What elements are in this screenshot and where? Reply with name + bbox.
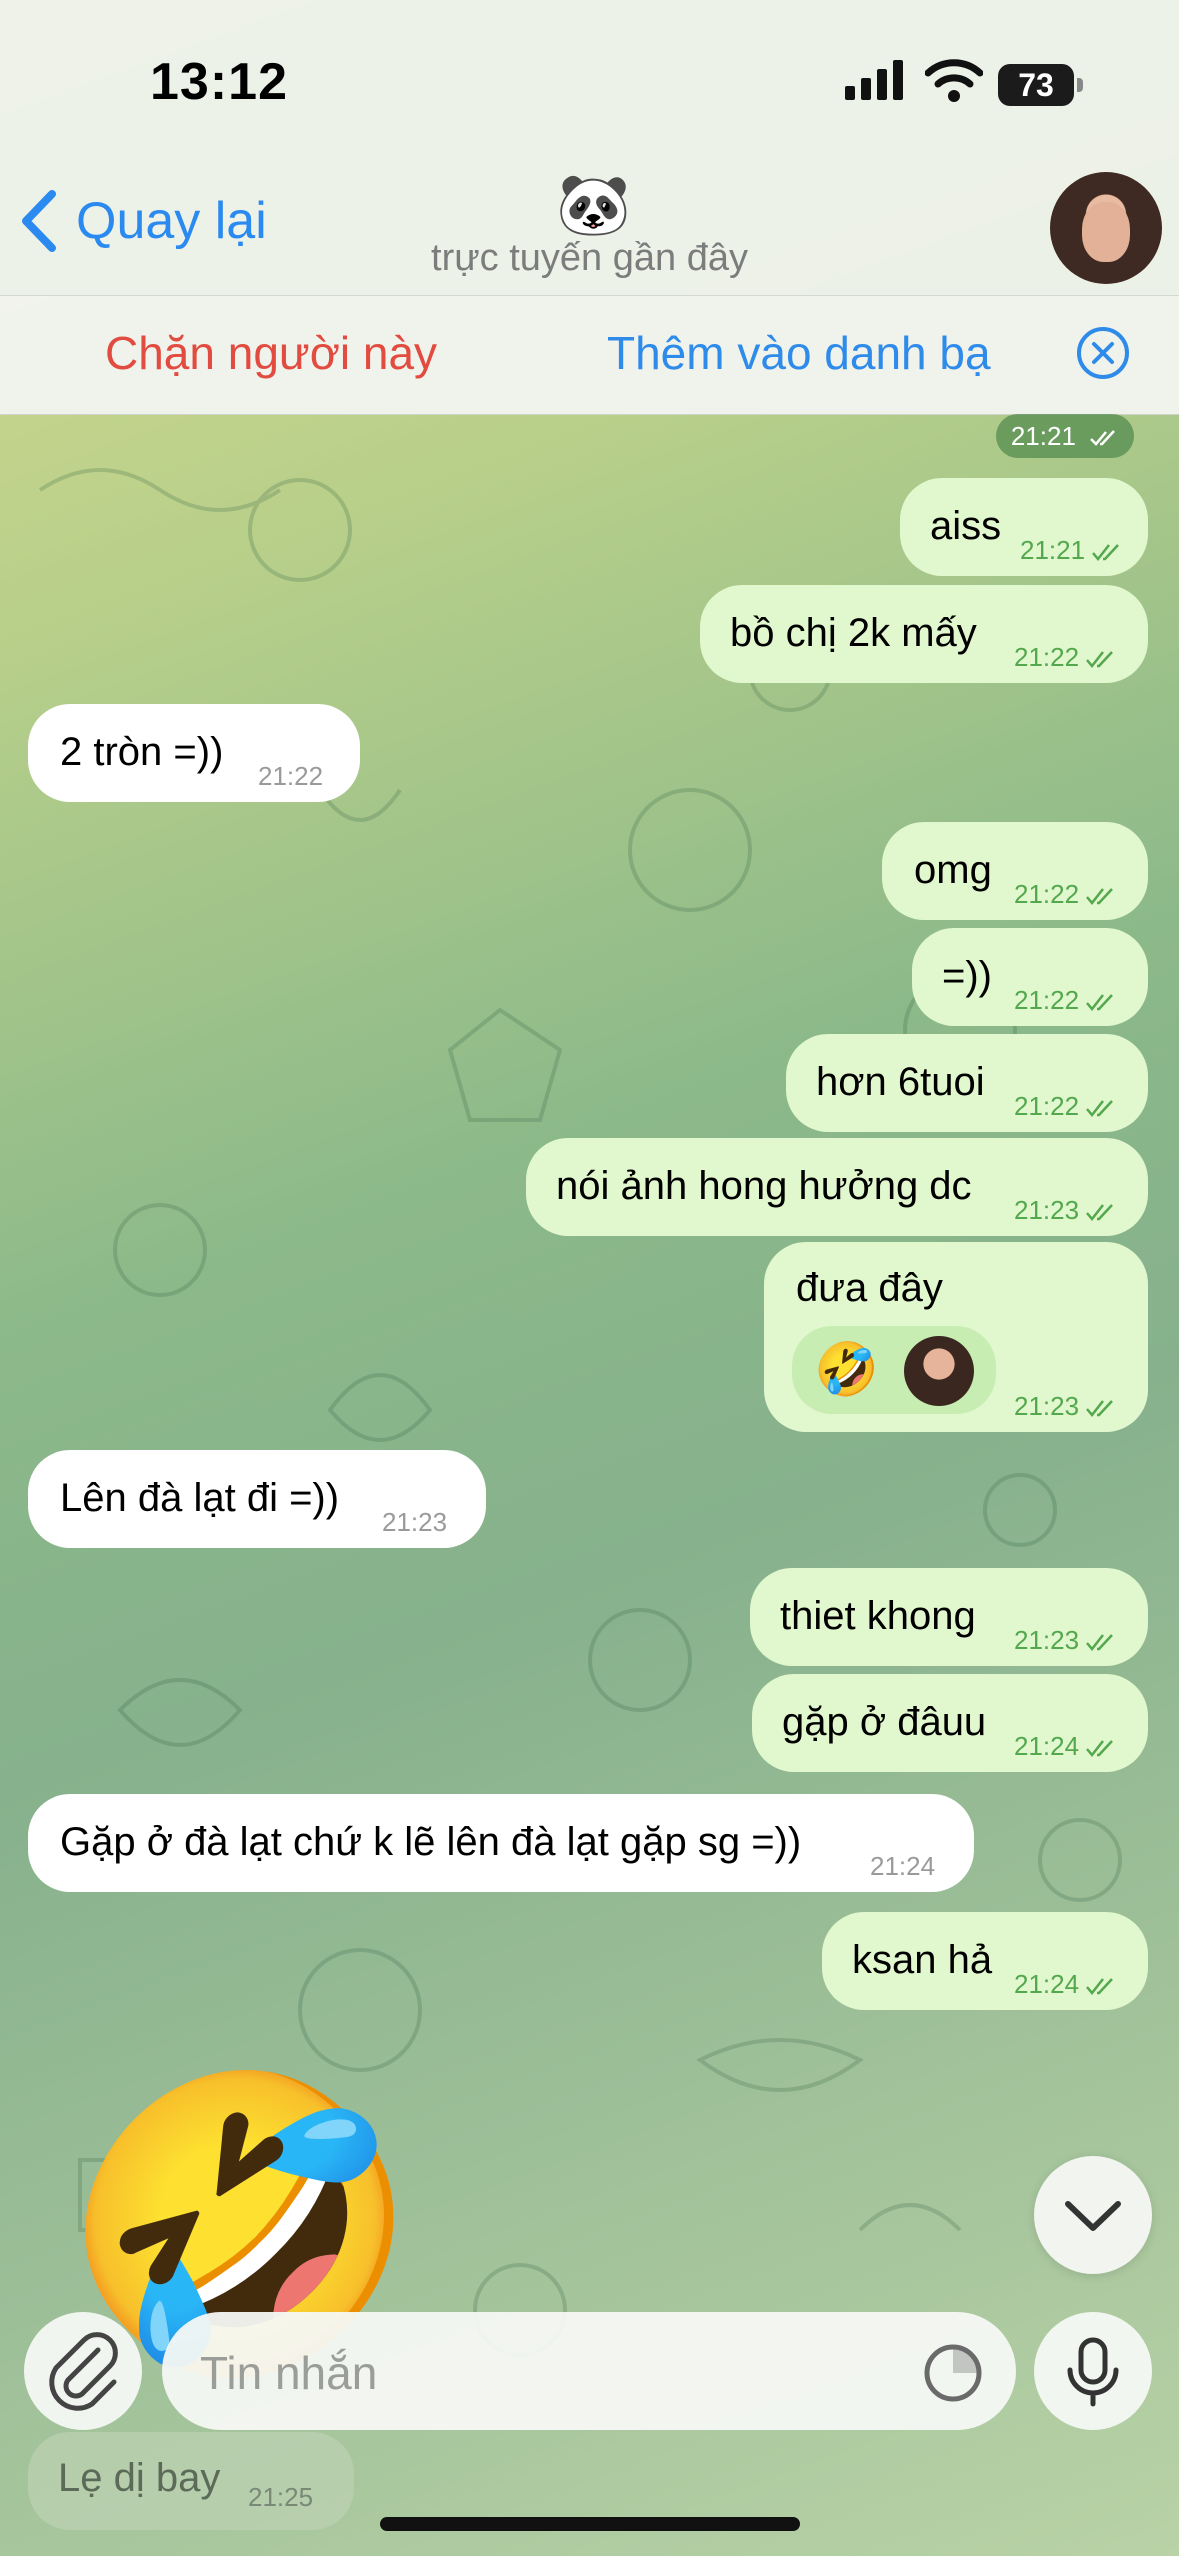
action-bar: Chặn người này Thêm vào danh bạ — [0, 295, 1179, 415]
message-time: 21:22 — [1014, 633, 1117, 681]
status-bar: 13:12 73 — [0, 0, 1179, 160]
time-badge-label: 21:21 — [1010, 421, 1076, 451]
reactor-avatar — [904, 1336, 974, 1406]
attach-button[interactable] — [24, 2312, 142, 2430]
reaction-emoji: 🤣 — [814, 1341, 879, 1399]
message-bubble[interactable]: Lên đà lạt đi =)) 21:23 — [28, 1450, 486, 1548]
time-badge: 21:21 — [996, 414, 1134, 458]
message-time: 21:24 — [1014, 1722, 1117, 1770]
message-time: 21:23 — [1014, 1186, 1117, 1234]
double-check-icon — [1086, 1740, 1113, 1758]
wifi-icon — [925, 59, 983, 102]
double-check-icon — [1086, 888, 1113, 906]
message-time: 21:22 — [1014, 976, 1117, 1024]
message-bubble[interactable]: gặp ở đâuu 21:24 — [752, 1674, 1148, 1772]
message-text: aiss — [930, 504, 1002, 548]
message-time: 21:24 — [870, 1851, 936, 1881]
message-text: gặp ở đâuu — [782, 1700, 987, 1744]
message-bubble[interactable]: aiss 21:21 — [900, 478, 1148, 576]
paperclip-icon — [49, 2332, 118, 2411]
message-bubble[interactable]: bồ chị 2k mấy 21:22 — [700, 585, 1148, 683]
battery-tip — [1077, 78, 1083, 92]
message-bubble[interactable]: nói ảnh hong hưởng dc 21:23 — [526, 1138, 1148, 1236]
message-text: bồ chị 2k mấy — [730, 611, 977, 655]
home-indicator — [380, 2517, 800, 2531]
double-check-icon — [1086, 651, 1113, 669]
chat-title-emoji[interactable]: 🐼 — [556, 170, 631, 240]
double-check-icon — [1086, 1204, 1113, 1222]
reaction-pill[interactable]: 🤣 — [792, 1326, 996, 1414]
contact-avatar[interactable] — [1050, 172, 1162, 284]
double-check-icon — [1086, 1400, 1113, 1418]
message-time: 21:24 — [1014, 1960, 1117, 2008]
add-contact-button[interactable]: Thêm vào danh bạ — [607, 326, 991, 380]
message-time: 21:22 — [258, 761, 324, 791]
message-input[interactable]: Tin nhắn — [162, 2312, 1016, 2430]
scroll-to-bottom-button[interactable] — [1034, 2156, 1152, 2274]
double-check-icon — [1086, 1634, 1113, 1652]
message-text: omg — [914, 848, 992, 892]
message-text: =)) — [942, 954, 992, 998]
signal-icon — [845, 60, 903, 100]
message-bubble[interactable]: ksan hả 21:24 — [822, 1912, 1148, 2010]
message-bubble[interactable]: =)) 21:22 — [912, 928, 1148, 1026]
double-check-icon — [1086, 1100, 1113, 1118]
message-text: hơn 6tuoi — [816, 1060, 985, 1104]
message-input-placeholder: Tin nhắn — [200, 2347, 378, 2399]
message-time: 21:21 — [1020, 526, 1123, 574]
voice-record-button[interactable] — [1034, 2312, 1152, 2430]
double-check-icon — [1086, 994, 1113, 1012]
microphone-icon — [1067, 2337, 1119, 2407]
message-time: 21:23 — [1014, 1382, 1117, 1430]
message-time: 21:23 — [1014, 1616, 1117, 1664]
message-bubble[interactable]: thiet khong 21:23 — [750, 1568, 1148, 1666]
double-check-icon — [1086, 1978, 1113, 1996]
message-time: 21:25 — [248, 2482, 314, 2512]
chat-status-subtitle: trực tuyến gần đây — [431, 237, 748, 279]
message-text: Lẹ dị bay — [58, 2456, 221, 2500]
message-text: nói ảnh hong hưởng dc — [556, 1164, 972, 1208]
message-text: Lên đà lạt đi =)) — [60, 1476, 340, 1520]
chevron-down-icon — [1065, 2201, 1121, 2231]
message-text: thiet khong — [780, 1594, 976, 1638]
message-text: 2 tròn =)) — [60, 730, 224, 774]
message-text: đưa đây — [796, 1266, 943, 1310]
message-time: 21:22 — [1014, 870, 1117, 918]
message-bubble[interactable]: 2 tròn =)) 21:22 — [28, 704, 360, 802]
message-text: ksan hả — [852, 1938, 993, 1982]
double-check-icon — [1092, 544, 1119, 562]
message-bubble[interactable]: Lẹ dị bay 21:25 — [28, 2432, 354, 2530]
status-time: 13:12 — [150, 53, 288, 111]
message-bubble[interactable]: omg 21:22 — [882, 822, 1148, 920]
message-bubble[interactable]: đưa đây 🤣 21:23 — [764, 1242, 1148, 1432]
sticker-icon[interactable] — [922, 2342, 984, 2404]
block-user-button[interactable]: Chặn người này — [105, 326, 437, 380]
message-bubble[interactable]: Gặp ở đà lạt chứ k lẽ lên đà lạt gặp sg … — [28, 1794, 974, 1892]
message-time: 21:23 — [382, 1507, 448, 1537]
close-icon[interactable] — [1076, 326, 1130, 380]
battery-indicator: 73 — [998, 64, 1074, 106]
double-check-icon — [1090, 430, 1116, 446]
message-time: 21:22 — [1014, 1082, 1117, 1130]
message-bubble[interactable]: hơn 6tuoi 21:22 — [786, 1034, 1148, 1132]
message-text: Gặp ở đà lạt chứ k lẽ lên đà lạt gặp sg … — [60, 1820, 802, 1864]
